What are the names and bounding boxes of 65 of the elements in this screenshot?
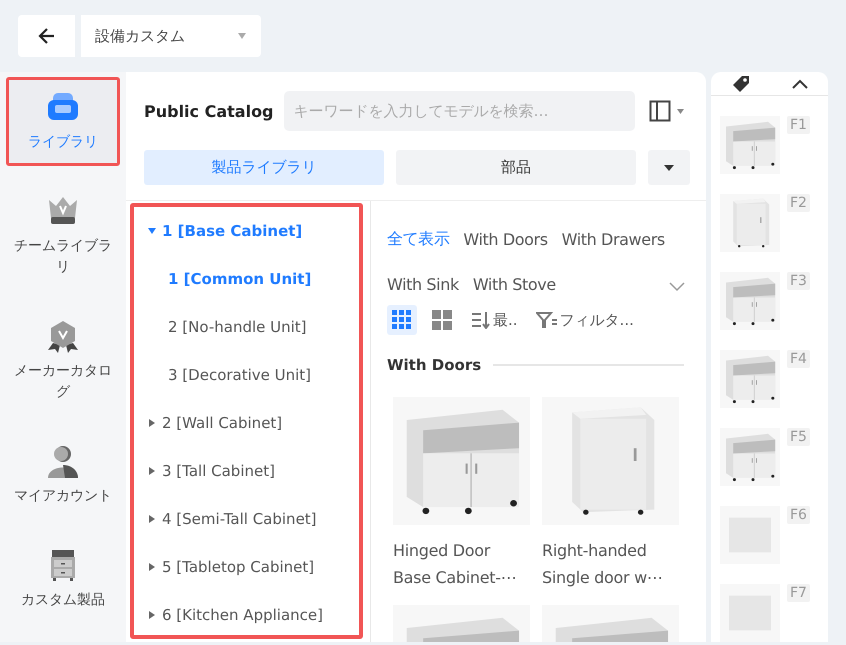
thumbnail[interactable] (720, 116, 780, 174)
nav-item[interactable]: マイアカウント (6, 431, 120, 520)
thumbnail[interactable] (720, 272, 780, 330)
tree-item[interactable]: 6 [Kitchen Appliance] (134, 591, 323, 639)
project-dropdown[interactable]: 設備カスタム (81, 15, 261, 57)
thumbnail[interactable] (720, 428, 780, 486)
filter-chip[interactable]: With Doors (463, 217, 548, 262)
thumbnail[interactable] (720, 584, 780, 642)
filter-icon (536, 311, 558, 329)
caret-right-icon (148, 467, 156, 475)
tree-item[interactable]: 2 [No-handle Unit] (134, 303, 307, 351)
back-arrow-icon (36, 26, 56, 46)
nav-item[interactable]: カスタム製品 (6, 535, 120, 624)
item-label: F2 (787, 194, 810, 212)
item-label: F6 (787, 506, 810, 524)
search-field[interactable]: キーワードを入力してモデルを検索… (284, 91, 635, 131)
layout-icon (649, 100, 671, 122)
collapse-button[interactable] (792, 78, 808, 88)
filter-chip[interactable]: With Sink (387, 262, 459, 307)
filter-chip[interactable]: With Drawers (562, 217, 665, 262)
product-name: Right-handed Single door w⋯ (542, 540, 664, 589)
caret-right-icon (148, 563, 156, 571)
caret-right-icon (148, 611, 156, 619)
person-icon (45, 444, 81, 480)
thumbnail[interactable] (720, 350, 780, 408)
library-tab[interactable]: 部品 (396, 150, 636, 185)
tree-item[interactable]: 1 [Base Cabinet] (134, 207, 302, 255)
caret-down-icon (148, 227, 156, 235)
item-label: F7 (787, 584, 810, 602)
caret-icon (677, 108, 684, 114)
view-toggle[interactable] (387, 305, 417, 335)
item-label: F3 (787, 272, 810, 290)
caret-icon (664, 164, 674, 170)
large-grid-icon (432, 310, 452, 330)
caret-right-icon (148, 419, 156, 427)
nav-item[interactable]: メーカーカタログ (6, 306, 120, 416)
filter-chip[interactable]: 全て表示 (387, 217, 450, 262)
item-label: F5 (787, 428, 810, 446)
product-name: Hinged Door Base Cabinet-⋯ (393, 540, 518, 589)
filter-chip[interactable]: With Stove (472, 262, 556, 307)
back-button[interactable] (18, 15, 75, 57)
tree-item[interactable]: 3 [Tall Cabinet] (134, 447, 275, 495)
sort-button[interactable]: 最.. (467, 310, 522, 330)
thumbnail[interactable] (720, 194, 780, 252)
catalog-title: Public Catalog (144, 102, 274, 120)
chevron-up-icon (792, 78, 808, 88)
tree-item[interactable]: 5 [Tabletop Cabinet] (134, 543, 314, 591)
thumbnail[interactable] (720, 506, 780, 564)
tree-item[interactable]: 3 [Decorative Unit] (134, 351, 312, 399)
tag-button[interactable] (731, 74, 752, 94)
item-label: F1 (787, 116, 810, 134)
caret-icon (237, 32, 247, 40)
chevron-down-icon[interactable] (669, 282, 685, 292)
medal-icon (45, 319, 81, 355)
sort-icon (471, 311, 491, 329)
tree-item[interactable]: 1 [Common Unit] (134, 255, 312, 303)
item-label: F4 (787, 350, 810, 368)
section-heading: With Doors (387, 356, 482, 374)
tree-item[interactable]: 4 [Semi-Tall Cabinet] (134, 495, 317, 543)
nav-item[interactable]: チームライブラリ (6, 181, 120, 291)
caret-right-icon (148, 515, 156, 523)
small-grid-icon (392, 310, 412, 330)
more-dropdown[interactable] (648, 150, 690, 185)
filter-button[interactable]: フィルタ... (532, 310, 638, 330)
tree-item[interactable]: 2 [Wall Cabinet] (134, 399, 282, 447)
